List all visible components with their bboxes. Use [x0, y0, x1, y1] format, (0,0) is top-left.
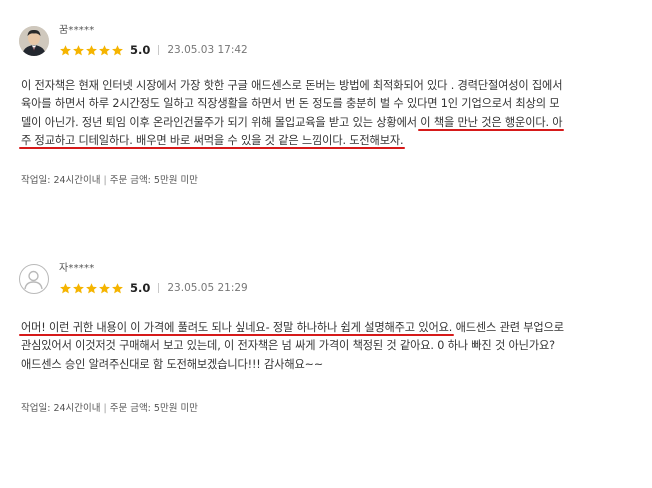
star-icon	[86, 44, 97, 55]
review-meta: 5.0 23.05.03 17:42	[59, 42, 248, 58]
review-text-segment: 델이 아닌가. 정년 퇴임 이후 온라인건물주가 되기 위해 몰입교육을 받고 …	[21, 115, 421, 129]
highlighted-text: 어머! 이런 귀한 내용이 이 가격에 풀려도 되나 싶네요- 정말 하나하나 …	[21, 321, 453, 334]
user-photo-avatar	[19, 26, 49, 56]
review-text: 이 전자책은 현재 인터넷 시장에서 가장 핫한 구글 애드센스로 돈버는 방법…	[21, 77, 641, 151]
star-icon	[86, 282, 97, 293]
order-info: 작업일: 24시간이내 | 주문 금액: 5만원 미만	[21, 172, 198, 186]
review-date: 23.05.03 17:42	[167, 44, 248, 56]
review-text-segment: 육아를 하면서 하루 2시간정도 일하고 직장생활을 하면서 번 돈 정도를 충…	[21, 97, 560, 111]
order-amount: 주문 금액: 5만원 미만	[109, 175, 198, 186]
review-text-line: 육아를 하면서 하루 2시간정도 일하고 직장생활을 하면서 번 돈 정도를 충…	[21, 95, 641, 113]
review-text-line: 관심있어서 이것저것 구매해서 보고 있는데, 이 전자책은 넘 싸게 가격이 …	[21, 337, 641, 355]
star-icon	[60, 282, 71, 293]
order-amount: 주문 금액: 5만원 미만	[109, 403, 198, 414]
highlighted-text: 주 정교하고 디테일하다. 배우면 바로 써먹을 수 있을 것 같은 느낌이다.…	[21, 134, 404, 148]
review-text-line: 주 정교하고 디테일하다. 배우면 바로 써먹을 수 있을 것 같은 느낌이다.…	[21, 132, 641, 150]
review-text-line: 애드센스 승인 알려주신대로 함 도전해보겠습니다!!! 감사해요~~	[21, 356, 641, 374]
rating-value: 5.0	[130, 43, 151, 57]
star-icon	[99, 44, 110, 55]
review-text-line: 델이 아닌가. 정년 퇴임 이후 온라인건물주가 되기 위해 몰입교육을 받고 …	[21, 114, 641, 132]
reviewer-name: 자*****	[59, 263, 95, 274]
reviewer-name: 꿈*****	[59, 25, 95, 36]
star-icon	[60, 44, 71, 55]
avatar[interactable]	[19, 264, 49, 294]
star-icon	[112, 44, 123, 55]
order-time: 작업일: 24시간이내	[21, 175, 101, 186]
review-date: 23.05.05 21:29	[167, 282, 248, 294]
star-icon	[112, 282, 123, 293]
star-rating	[59, 44, 124, 57]
review-text-line: 이 전자책은 현재 인터넷 시장에서 가장 핫한 구글 애드센스로 돈버는 방법…	[21, 77, 641, 95]
order-separator: |	[103, 175, 107, 186]
review-text-segment: 애드센스 승인 알려주신대로 함 도전해보겠습니다!!! 감사해요~~	[21, 357, 324, 371]
review-text-segment: 관심있어서 이것저것 구매해서 보고 있는데, 이 전자책은 넘 싸게 가격이 …	[21, 339, 555, 353]
default-user-icon	[24, 270, 43, 290]
order-info: 작업일: 24시간이내 | 주문 금액: 5만원 미만	[21, 400, 198, 414]
review-text-line: 어머! 이런 귀한 내용이 이 가격에 풀려도 되나 싶네요- 정말 하나하나 …	[21, 319, 641, 337]
avatar[interactable]	[19, 26, 49, 56]
star-icon	[99, 282, 110, 293]
rating-value: 5.0	[130, 281, 151, 295]
order-separator: |	[103, 403, 107, 414]
order-time: 작업일: 24시간이내	[21, 403, 101, 414]
review-text-segment: 이 전자책은 현재 인터넷 시장에서 가장 핫한 구글 애드센스로 돈버는 방법…	[21, 79, 563, 92]
review-text: 어머! 이런 귀한 내용이 이 가격에 풀려도 되나 싶네요- 정말 하나하나 …	[21, 319, 641, 374]
meta-divider	[158, 283, 160, 293]
star-icon	[73, 282, 84, 293]
star-rating	[59, 282, 124, 295]
meta-divider	[158, 45, 160, 55]
highlighted-text: 이 책을 만난 것은 행운이다. 아	[420, 115, 563, 129]
review-meta: 5.0 23.05.05 21:29	[59, 280, 248, 296]
review-text-segment: 애드센스 관련 부업으로	[452, 321, 564, 334]
star-icon	[73, 44, 84, 55]
